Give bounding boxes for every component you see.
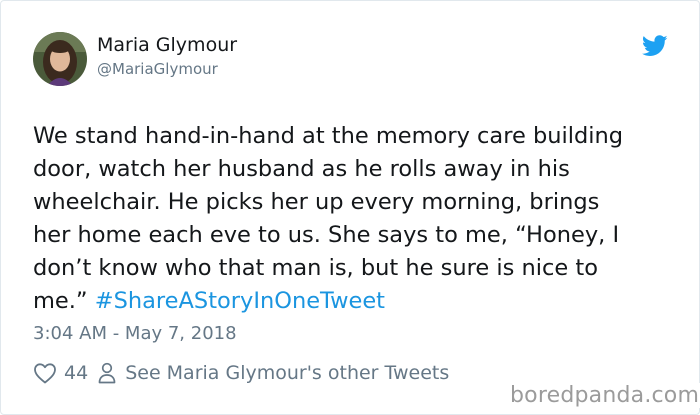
- tweet-timestamp[interactable]: 3:04 AM - May 7, 2018: [33, 323, 237, 344]
- author-handle[interactable]: @MariaGlymour: [97, 60, 218, 78]
- tweet-line: We stand hand-in-hand at the memory care…: [33, 123, 624, 149]
- avatar[interactable]: [33, 32, 87, 86]
- tweet-last-text: me.”: [33, 288, 88, 314]
- hashtag-link[interactable]: #ShareAStoryInOneTweet: [95, 288, 385, 314]
- heart-icon[interactable]: [33, 362, 57, 384]
- tweet-line: don’t know who that man is, but he sure …: [33, 255, 598, 281]
- tweet-footer: 44 See Maria Glymour's other Tweets: [33, 360, 449, 386]
- tweet-line: her home each eve to us. She says to me,…: [33, 222, 620, 248]
- tweet-card: Maria Glymour @MariaGlymour We stand han…: [0, 0, 700, 415]
- tweet-line: wheelchair. He picks her up every mornin…: [33, 189, 600, 215]
- avatar-photo-icon: [33, 32, 87, 86]
- like-count[interactable]: 44: [64, 362, 88, 384]
- tweet-line-last: me.” #ShareAStoryInOneTweet: [33, 285, 683, 318]
- person-icon: [98, 362, 116, 384]
- other-tweets-link[interactable]: See Maria Glymour's other Tweets: [125, 362, 449, 384]
- author-name[interactable]: Maria Glymour: [97, 34, 237, 56]
- tweet-text: We stand hand-in-hand at the memory care…: [33, 120, 683, 318]
- tweet-line: door, watch her husband as he rolls away…: [33, 156, 570, 182]
- watermark: boredpanda.com: [506, 383, 700, 408]
- twitter-bird-icon[interactable]: [641, 35, 668, 57]
